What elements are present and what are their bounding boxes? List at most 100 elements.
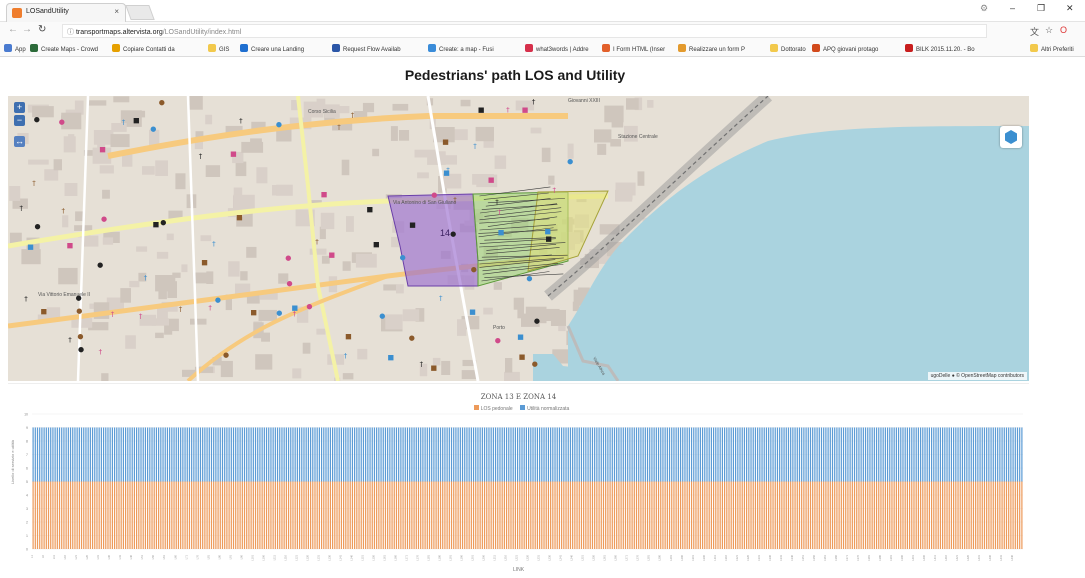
bar-los — [532, 481, 534, 549]
bookmark-label: Create: a map - Fusi — [439, 47, 494, 53]
x-tick-label: L201 — [471, 554, 475, 560]
bar-los — [292, 481, 294, 549]
bar-los — [679, 481, 682, 549]
bar-los — [153, 481, 155, 549]
building — [166, 233, 174, 241]
bar-los — [175, 481, 177, 549]
translate-icon[interactable]: 文 — [1030, 25, 1039, 38]
bookmark-item[interactable]: Request Flow Availab — [332, 44, 401, 53]
bar-los — [144, 481, 147, 549]
bookmark-item[interactable]: Realizzare un form P — [678, 44, 745, 53]
forward-icon[interactable]: → — [22, 24, 32, 35]
map-view[interactable]: 14 † ● ■ † ● ■ † ● ■ † ● ■ † ● ■ † ● ■ † ● ■ † ● ■ † ● ■ † ● ■ † ● ■ † ● ■ †… — [8, 96, 1029, 381]
bar-utility — [510, 427, 512, 482]
bar-los — [254, 481, 257, 549]
bookmark-item[interactable]: Dottorato — [770, 44, 806, 53]
bar-los — [574, 481, 576, 549]
bar-los — [422, 481, 424, 549]
bar-utility — [413, 427, 415, 482]
url-field[interactable]: ⓘ transportmaps.altervista.org/LOSandUti… — [62, 24, 987, 38]
bar-utility — [889, 427, 891, 482]
bar-los — [768, 481, 770, 549]
building — [155, 160, 168, 176]
bookmark-item[interactable]: Copiare Contatti da — [112, 44, 175, 53]
minimize-button[interactable]: – — [1010, 3, 1015, 13]
bar-los — [840, 481, 842, 549]
page-title: Pedestrians' path LOS and Utility — [404, 67, 626, 83]
new-tab-button[interactable] — [125, 5, 155, 20]
bar-los — [591, 481, 594, 549]
bar-los — [105, 481, 107, 549]
building — [604, 105, 624, 123]
bar-utility — [221, 427, 224, 482]
bookmark-item[interactable]: what3words | Addre — [525, 44, 589, 53]
bar-los — [483, 481, 486, 549]
bookmark-item[interactable]: APQ giovani protago — [812, 44, 878, 53]
bookmark-star-icon[interactable]: ☆ — [1045, 25, 1053, 36]
layer-switcher-button[interactable] — [1000, 126, 1022, 148]
bar-utility — [65, 427, 67, 482]
bookmark-icon — [332, 44, 340, 52]
x-tick-label: L131 — [316, 554, 320, 560]
bar-utility — [186, 427, 188, 482]
bar-los — [420, 481, 422, 549]
bookmark-item[interactable]: BILK 2015.11.20. - Bo — [905, 44, 975, 53]
bar-los — [265, 481, 268, 549]
bookmark-item[interactable]: GIS — [208, 44, 229, 53]
x-tick-label: L231 — [537, 554, 541, 560]
bar-utility — [836, 427, 838, 482]
bar-utility — [426, 427, 428, 482]
zoom-out-button[interactable]: − — [14, 115, 25, 126]
bookmark-item[interactable]: Creare una Landing — [240, 44, 304, 53]
bar-los — [710, 481, 712, 549]
bookmark-item[interactable]: Altri Preferiti — [1030, 44, 1074, 53]
x-tick-label: L196 — [460, 554, 464, 560]
bar-los — [759, 481, 761, 549]
bookmark-item[interactable]: I Form HTML (Inser — [602, 44, 665, 53]
browser-tab[interactable]: LOSandUtility × — [6, 3, 126, 22]
bar-los — [712, 481, 715, 549]
bar-utility — [911, 427, 913, 482]
maximize-button[interactable]: ❐ — [1037, 3, 1045, 14]
extension-icon[interactable]: O — [1060, 25, 1067, 35]
fullscreen-button[interactable]: ↔ — [14, 136, 25, 147]
bookmark-item[interactable]: Create Maps - Crowd — [30, 44, 98, 53]
bar-utility — [94, 427, 96, 482]
bar-los — [864, 481, 867, 549]
poi-marker-icon: ■ — [201, 258, 208, 266]
bar-los — [829, 481, 831, 549]
zoom-in-button[interactable]: + — [14, 102, 25, 113]
bar-los — [809, 481, 812, 549]
building — [172, 272, 181, 278]
bar-los — [735, 481, 737, 549]
poi-marker-icon: † — [351, 112, 355, 120]
x-tick-label: L121 — [294, 554, 298, 560]
bar-los — [435, 481, 437, 549]
bar-los — [558, 481, 561, 549]
poi-marker-icon: ● — [35, 223, 41, 231]
x-tick-label: L311 — [713, 554, 717, 560]
bar-utility — [574, 427, 576, 482]
reload-icon[interactable]: ↻ — [38, 24, 46, 35]
back-icon[interactable]: ← — [8, 24, 18, 35]
building — [392, 103, 409, 111]
bookmark-item[interactable]: App — [4, 44, 26, 53]
poi-marker-icon: † — [99, 348, 103, 356]
bar-utility — [878, 427, 880, 482]
bar-utility — [472, 427, 475, 482]
bookmark-item[interactable]: Create: a map - Fusi — [428, 44, 494, 53]
bar-utility — [990, 427, 992, 482]
bar-los — [607, 481, 609, 549]
building — [200, 235, 212, 242]
bar-utility — [395, 427, 398, 482]
account-icon[interactable]: ⚙ — [980, 3, 988, 14]
building — [390, 126, 398, 141]
bar-los — [439, 481, 442, 549]
favicon-icon — [12, 8, 22, 18]
bar-utility — [131, 427, 133, 482]
bar-los — [347, 481, 349, 549]
tab-close-icon[interactable]: × — [114, 7, 119, 16]
close-window-button[interactable]: ✕ — [1066, 3, 1074, 14]
bar-los — [336, 481, 338, 549]
bar-los — [919, 481, 922, 549]
